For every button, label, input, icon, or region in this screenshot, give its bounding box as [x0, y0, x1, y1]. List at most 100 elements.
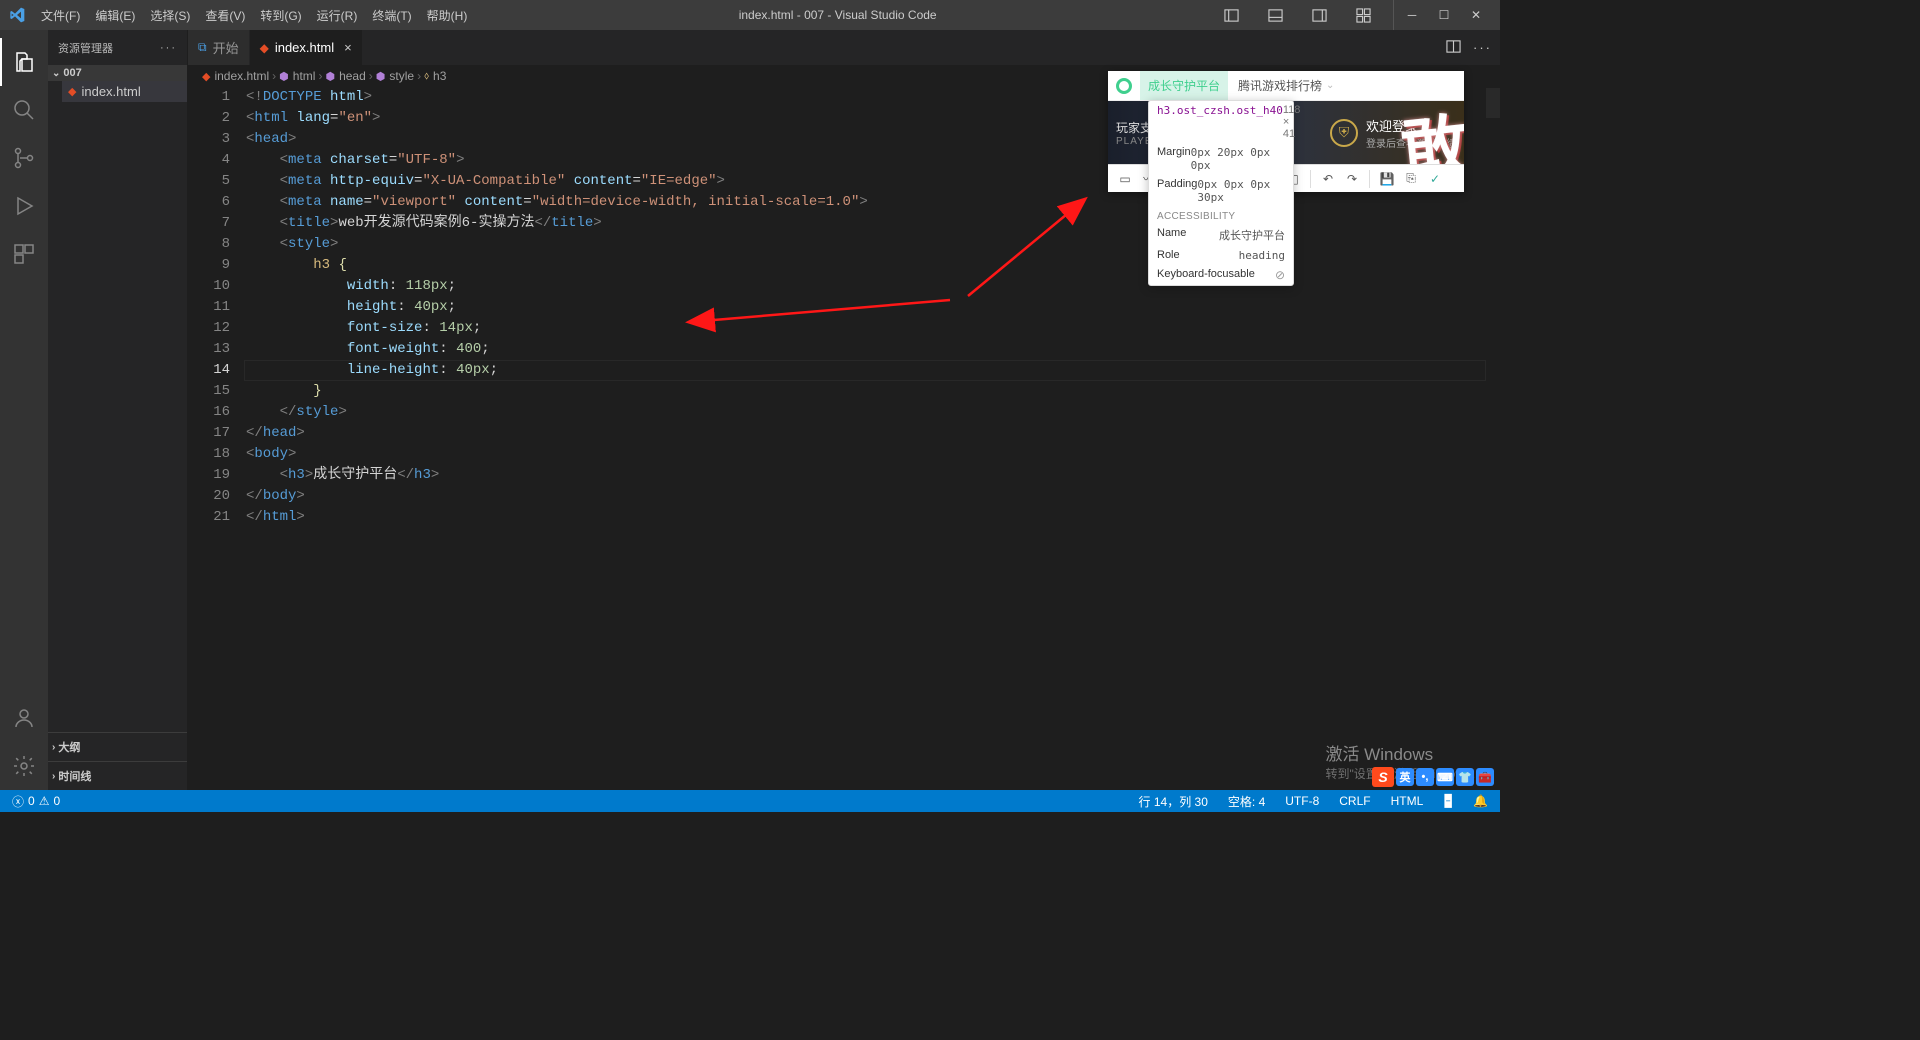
timeline-label: 时间线	[58, 768, 91, 784]
ime-floating-toolbar[interactable]: S 英 •, ⌨ 👕 🧰	[1372, 767, 1494, 787]
menu-go[interactable]: 转到(G)	[253, 3, 308, 28]
vscode-logo-icon	[8, 6, 26, 24]
breadcrumb-item[interactable]: head	[339, 69, 366, 83]
window-maximize-button[interactable]: ☐	[1428, 0, 1460, 30]
tool-undo-icon[interactable]: ↶	[1317, 168, 1339, 190]
outline-label: 大纲	[58, 739, 80, 755]
menu-run[interactable]: 运行(R)	[310, 3, 365, 28]
search-icon[interactable]	[0, 86, 48, 134]
tooltip-keyboard-focusable-value: ⊘	[1275, 268, 1285, 282]
tool-save-icon[interactable]: 💾	[1376, 168, 1398, 190]
sidebar-timeline-header[interactable]: › 时间线	[48, 761, 187, 790]
devtools-element-tooltip: h3.ost_czsh.ost_h40 118 × 41 Margin0px 2…	[1148, 100, 1294, 286]
hero-text-fragment: 玩家支	[1116, 121, 1152, 135]
status-eol[interactable]: CRLF	[1335, 794, 1374, 808]
status-language[interactable]: HTML	[1387, 794, 1428, 808]
menu-help[interactable]: 帮助(H)	[420, 3, 475, 28]
menu-file[interactable]: 文件(F)	[34, 3, 87, 28]
chevron-right-icon: ›	[52, 742, 55, 753]
menu-view[interactable]: 查看(V)	[198, 3, 252, 28]
error-icon: ⓧ	[12, 793, 24, 810]
status-bar: ⓧ0 ⚠0 行 14，列 30 空格: 4 UTF-8 CRLF HTML 🁢 …	[0, 790, 1500, 812]
vscode-icon: ⧉	[198, 40, 207, 55]
sidebar-folder-header[interactable]: ⌄ 007	[48, 65, 187, 81]
run-debug-icon[interactable]	[0, 182, 48, 230]
window-close-button[interactable]: ✕	[1460, 0, 1492, 30]
tab-index-html[interactable]: ◆ index.html ×	[250, 30, 363, 65]
toggle-secondary-sidebar-icon[interactable]	[1303, 0, 1335, 30]
status-bell-icon[interactable]: 🔔	[1469, 794, 1492, 808]
menu-edit[interactable]: 编辑(E)	[88, 3, 142, 28]
tag-icon: ⬢	[376, 70, 386, 83]
breadcrumb-item[interactable]: html	[293, 69, 316, 83]
more-actions-icon[interactable]: ···	[1473, 40, 1492, 55]
sidebar-explorer: 资源管理器 ··· ⌄ 007 ◆ index.html › 大纲 › 时间线	[48, 30, 188, 790]
menu-terminal[interactable]: 终端(T)	[365, 3, 418, 28]
tag-icon: ⬢	[325, 70, 335, 83]
tag-icon: ⬢	[279, 70, 289, 83]
status-ln-col[interactable]: 行 14，列 30	[1135, 793, 1212, 810]
minimap[interactable]	[1486, 88, 1500, 790]
ime-lang-button[interactable]: 英	[1396, 768, 1414, 786]
ime-skin-icon[interactable]: 👕	[1456, 768, 1474, 786]
html-file-icon: ◆	[68, 85, 76, 98]
tooltip-role-value: heading	[1239, 249, 1285, 262]
chevron-down-icon: ⌄	[52, 68, 60, 79]
tooltip-dimensions: 118 × 41	[1283, 104, 1301, 140]
html-file-icon: ◆	[202, 70, 210, 83]
tool-redo-icon[interactable]: ↷	[1341, 168, 1363, 190]
accounts-icon[interactable]	[0, 694, 48, 742]
line-number-gutter: 123 456 789 101112 131415 161718 192021	[188, 87, 244, 790]
toggle-primary-sidebar-icon[interactable]	[1215, 0, 1247, 30]
html-file-icon: ◆	[260, 41, 269, 55]
extensions-icon[interactable]	[0, 230, 48, 278]
tool-rect-icon[interactable]: ▭	[1114, 168, 1136, 190]
window-minimize-button[interactable]: ─	[1396, 0, 1428, 30]
file-name: index.html	[81, 84, 140, 99]
menu-selection[interactable]: 选择(S)	[143, 3, 197, 28]
ime-sogou-icon[interactable]: S	[1372, 767, 1394, 787]
tab-close-icon[interactable]: ×	[344, 40, 352, 55]
status-errors[interactable]: ⓧ0 ⚠0	[8, 793, 64, 810]
source-control-icon[interactable]	[0, 134, 48, 182]
tooltip-padding-value: 0px 0px 0px 30px	[1197, 178, 1285, 204]
shield-icon: ⛨	[1330, 119, 1358, 147]
ime-toolbox-icon[interactable]: 🧰	[1476, 768, 1494, 786]
sidebar-outline-header[interactable]: › 大纲	[48, 732, 187, 761]
tab-label: 开始	[213, 38, 239, 57]
status-encoding[interactable]: UTF-8	[1281, 794, 1323, 808]
tooltip-keyboard-focusable-label: Keyboard-focusable	[1157, 268, 1255, 282]
breadcrumb-item[interactable]: style	[389, 69, 414, 83]
site-brand-icon	[1108, 71, 1140, 100]
devtools-site-tabs: 成长守护平台 腾讯游戏排行榜⌄	[1108, 71, 1464, 101]
status-spaces[interactable]: 空格: 4	[1224, 793, 1269, 810]
ime-keyboard-icon[interactable]: ⌨	[1436, 768, 1454, 786]
ime-punctuation-icon[interactable]: •,	[1416, 768, 1434, 786]
hero-login-subtitle: 登录后查看游戏战绩	[1366, 135, 1456, 150]
tooltip-margin-value: 0px 20px 0px 0px	[1191, 146, 1285, 172]
breadcrumb-item[interactable]: h3	[433, 69, 446, 83]
chevron-down-icon: ⌄	[1326, 80, 1334, 91]
code-editor[interactable]: 123 456 789 101112 131415 161718 192021 …	[188, 87, 1500, 790]
editor-tabs: ⧉ 开始 ◆ index.html × ···	[188, 30, 1500, 65]
customize-layout-icon[interactable]	[1347, 0, 1379, 30]
warning-icon: ⚠	[39, 794, 50, 808]
code-content[interactable]: <!DOCTYPE html> <html lang="en"> <head> …	[244, 87, 1500, 790]
window-title: index.html - 007 - Visual Studio Code	[474, 8, 1201, 22]
site-tab-other[interactable]: 腾讯游戏排行榜⌄	[1228, 71, 1344, 100]
breadcrumb-item[interactable]: index.html	[214, 69, 269, 83]
file-tree-item[interactable]: ◆ index.html	[62, 81, 187, 102]
tooltip-accessibility-heading: ACCESSIBILITY	[1149, 207, 1293, 224]
toggle-panel-icon[interactable]	[1259, 0, 1291, 30]
settings-gear-icon[interactable]	[0, 742, 48, 790]
sidebar-more-icon[interactable]: ···	[160, 42, 177, 54]
explorer-icon[interactable]	[0, 38, 48, 86]
tool-copy-icon[interactable]: ⎘	[1400, 168, 1422, 190]
tool-confirm-icon[interactable]: ✓	[1424, 168, 1446, 190]
status-feedback-icon[interactable]: 🁢	[1439, 794, 1457, 808]
split-editor-icon[interactable]	[1446, 39, 1461, 57]
site-tab-highlighted[interactable]: 成长守护平台	[1140, 71, 1228, 100]
chevron-right-icon: ›	[52, 771, 55, 782]
tab-welcome[interactable]: ⧉ 开始	[188, 30, 250, 65]
tooltip-role-label: Role	[1157, 249, 1180, 262]
